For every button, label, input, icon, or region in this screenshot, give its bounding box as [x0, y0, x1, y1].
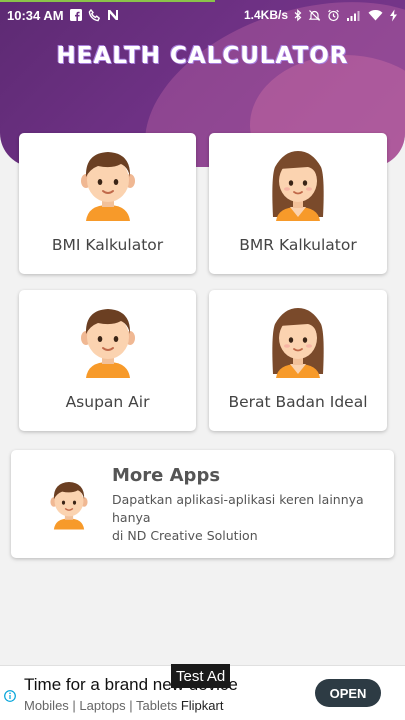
- more-apps-desc-line: di ND Creative Solution: [112, 528, 258, 543]
- test-ad-badge: Test Ad: [171, 664, 231, 688]
- boy-avatar-icon: [76, 147, 140, 221]
- charging-icon: [389, 9, 398, 22]
- bluetooth-icon: [294, 8, 302, 22]
- ad-subtitle: Mobiles | Laptops | Tablets Flipkart: [24, 698, 223, 713]
- more-apps-desc-line: hanya: [112, 510, 151, 525]
- ideal-weight-card[interactable]: Berat Badan Ideal: [209, 290, 387, 431]
- water-intake-label: Asupan Air: [65, 393, 150, 411]
- n-app-icon: [107, 9, 119, 21]
- bmr-calculator-card[interactable]: BMR Kalkulator: [209, 133, 387, 274]
- phone-icon: [88, 8, 101, 22]
- more-apps-description: Dapatkan aplikasi-aplikasi keren lainnya…: [112, 491, 382, 545]
- bmi-calculator-card[interactable]: BMI Kalkulator: [19, 133, 196, 274]
- girl-avatar-icon: [266, 304, 330, 378]
- alarm-icon: [327, 9, 340, 22]
- network-speed: 1.4KB/s: [243, 8, 288, 22]
- bmr-calculator-label: BMR Kalkulator: [239, 236, 357, 254]
- status-bar: 10:34 AM 1.4KB/s: [0, 0, 405, 30]
- ad-open-button[interactable]: OPEN: [315, 679, 381, 707]
- mute-icon: [308, 9, 321, 22]
- ad-subtitle-categories: Mobiles | Laptops | Tablets: [24, 698, 178, 713]
- boy-avatar-icon: [76, 304, 140, 378]
- boy-avatar-icon: [47, 476, 91, 532]
- wifi-icon: [368, 9, 383, 21]
- more-apps-card[interactable]: More Apps Dapatkan aplikasi-aplikasi ker…: [11, 450, 394, 558]
- signal-icon: [346, 9, 362, 21]
- more-apps-title: More Apps: [112, 465, 221, 486]
- app-title: HEALTH CALCULATOR: [56, 43, 349, 69]
- bmi-calculator-label: BMI Kalkulator: [51, 236, 164, 254]
- girl-avatar-icon: [266, 147, 330, 221]
- ideal-weight-label: Berat Badan Ideal: [228, 393, 368, 411]
- status-time: 10:34 AM: [7, 7, 64, 23]
- more-apps-desc-line: Dapatkan aplikasi-aplikasi keren lainnya: [112, 492, 364, 507]
- ad-advertiser: Flipkart: [180, 698, 224, 713]
- water-intake-card[interactable]: Asupan Air: [19, 290, 196, 431]
- facebook-icon: [69, 9, 82, 21]
- ad-info-icon[interactable]: [4, 687, 16, 702]
